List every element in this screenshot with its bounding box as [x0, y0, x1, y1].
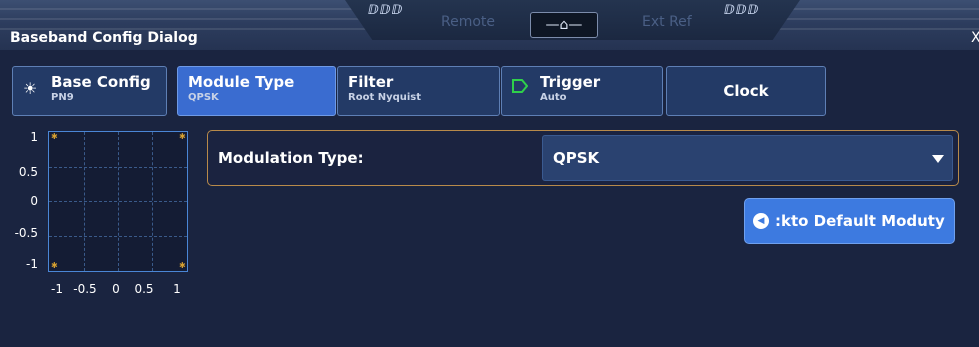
remote-status: Remote	[441, 14, 496, 30]
tab-base-config[interactable]: ☀ Base Config PN9	[12, 66, 167, 116]
tab-trigger[interactable]: Trigger Auto	[501, 66, 663, 116]
tab-module-type[interactable]: Module Type QPSK	[177, 66, 336, 116]
constellation-point: ✱	[51, 261, 58, 270]
tab-filter[interactable]: Filter Root Nyquist	[337, 66, 500, 116]
home-button[interactable]: —⌂—	[530, 12, 598, 38]
x-tick-label: -1	[51, 282, 63, 296]
chevron-down-icon	[932, 155, 944, 163]
y-tick-label: 1	[30, 130, 38, 144]
tab-label: Filter	[348, 73, 394, 91]
grid-line	[49, 167, 187, 168]
constellation-plot: ✱ ✱ ✱ ✱	[48, 131, 188, 272]
constellation-point: ✱	[51, 132, 58, 141]
modulation-type-row: Modulation Type: QPSK	[207, 130, 959, 186]
default-modulation-button[interactable]: ◀ :kto Default Moduty	[744, 198, 955, 244]
constellation-point: ✱	[179, 132, 186, 141]
modulation-type-select[interactable]: QPSK	[542, 135, 953, 181]
constellation-point: ✱	[179, 261, 186, 270]
default-button-label: :kto Default Moduty	[775, 212, 945, 230]
grid-line	[49, 236, 187, 237]
modulation-type-label: Modulation Type:	[218, 149, 364, 167]
y-tick-label: -0.5	[14, 226, 38, 240]
ext-ref-status: Ext Ref	[642, 14, 692, 30]
x-tick-label: 1	[173, 282, 181, 296]
tab-sub-value: QPSK	[188, 92, 219, 103]
home-icon: —⌂—	[545, 17, 583, 33]
tab-label: Clock	[723, 82, 769, 100]
decoration-right-icon: ⅅⅅⅅ	[724, 3, 760, 18]
decoration-left-icon: ⅅⅅⅅ	[368, 3, 404, 18]
sun-icon: ☀	[23, 79, 38, 98]
tab-label: Module Type	[188, 73, 295, 91]
close-icon[interactable]: X	[971, 30, 979, 46]
reset-icon: ◀	[753, 213, 769, 229]
grid-line	[49, 201, 187, 202]
x-tick-label: -0.5	[73, 282, 97, 296]
x-tick-label: 0.5	[134, 282, 154, 296]
y-tick-label: -1	[26, 257, 38, 271]
modulation-type-value: QPSK	[553, 149, 600, 167]
tab-sub-value: PN9	[51, 92, 74, 103]
tab-sub-value: Root Nyquist	[348, 92, 422, 103]
y-tick-label: 0	[30, 194, 38, 208]
tab-label: Trigger	[540, 73, 601, 91]
trigger-arrow-icon	[512, 79, 528, 93]
tab-clock[interactable]: Clock	[666, 66, 826, 116]
tab-sub-value: Auto	[540, 92, 567, 103]
x-tick-label: 0	[112, 282, 120, 296]
tab-label: Base Config	[51, 73, 151, 91]
y-tick-label: 0.5	[18, 165, 38, 179]
dialog-title: Baseband Config Dialog	[10, 30, 198, 46]
